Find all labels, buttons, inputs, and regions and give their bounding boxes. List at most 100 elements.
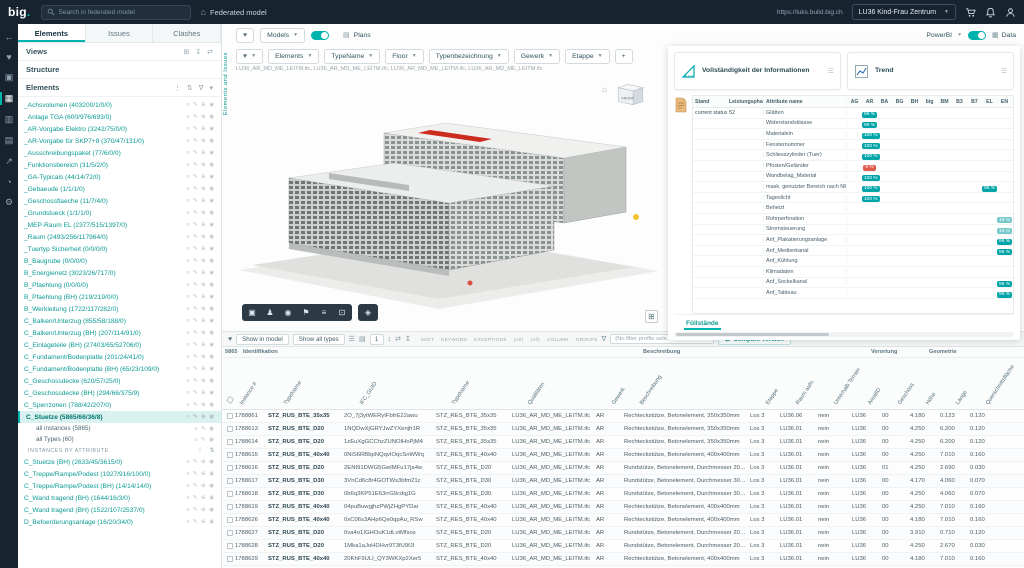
row-action-icons[interactable]: ≡ ✎ ⊕ ◉ [186, 471, 215, 477]
element-type-item[interactable]: C_Geschossdecke (620/57/25/0)≡ ✎ ⊕ ◉ [18, 375, 221, 387]
column-header[interactable]: ArealID [868, 358, 898, 409]
row-action-icons[interactable]: ≡ ✎ ⊕ ◉ [186, 222, 215, 228]
attribute-row[interactable]: Tageslicht100 % [693, 193, 1013, 204]
filter-etappe-dropdown[interactable]: Etappe▼ [565, 49, 610, 64]
tab-fuellstaende[interactable]: Füllstände [684, 320, 721, 330]
grid-icon[interactable]: ⊞ [183, 48, 189, 56]
element-type-item[interactable]: _Raum (2493/256/117964/0)≡ ✎ ⊕ ◉ [18, 231, 221, 243]
table-row[interactable]: 1788614STZ_RUS_BTE_D201zEuXgGCChzZUNOlHo… [222, 436, 1024, 449]
element-type-item[interactable]: _MEP-Raum EL (2377/515/1397/0)≡ ✎ ⊕ ◉ [18, 219, 221, 231]
row-action-icons[interactable]: ≡ ✎ ⊕ ◉ [186, 294, 215, 300]
menu-icon[interactable]: ☰ [349, 335, 355, 343]
trend-card[interactable]: Trend ☰ [847, 52, 1014, 90]
element-type-item[interactable]: C_Fundament/Bodenplatte (201/24/41/0)≡ ✎… [18, 351, 221, 363]
row-action-icons[interactable]: ≡ ✎ ⊕ ◉ [186, 162, 215, 168]
element-type-item[interactable]: _Achsvolumen (403200/1/0/0)≡ ✎ ⊕ ◉ [18, 99, 221, 111]
export-icon[interactable]: ↧ [405, 335, 411, 343]
row-action-icons[interactable]: ≡ ✎ ⊕ ◉ [186, 354, 215, 360]
element-type-item[interactable]: _Funktionsbereich (31/5/2/0)≡ ✎ ⊕ ◉ [18, 159, 221, 171]
panel-scrollbar[interactable] [674, 332, 1014, 337]
filter-typenbezeichnung-dropdown[interactable]: Typenbezeichnung▼ [429, 49, 509, 64]
table-row[interactable]: 1788617STZ_RUS_BTE_D303VnCd6c8r4GOTWs3bf… [222, 475, 1024, 488]
show-all-types-button[interactable]: Show all types [293, 334, 345, 345]
table-row[interactable]: 1788626STZ_RUS_BTE_40x400xC06s3AHp6Qe0qp… [222, 514, 1024, 527]
element-type-item[interactable]: _GA-Typicals (44/14/72/0)≡ ✎ ⊕ ◉ [18, 171, 221, 183]
selected-type-child[interactable]: all Types (60)≡ ✎ ◉ [18, 434, 221, 445]
element-type-item[interactable]: _AR-Vorgabe für SKP7+8 (370/47/131/0)≡ ✎… [18, 135, 221, 147]
app-logo[interactable]: big. [8, 5, 31, 19]
row-action-icons[interactable]: ≡ ✎ ⊕ ◉ [186, 483, 215, 489]
row-height-input[interactable]: 1 [370, 334, 384, 345]
building-model[interactable] [234, 75, 664, 321]
attribute-row[interactable]: Widerstandsklasse96 % [693, 119, 1013, 130]
plans-switch[interactable]: ▤Plans [343, 31, 371, 39]
row-action-icons[interactable]: ≡ ✎ ⊕ ◉ [186, 198, 215, 204]
column-header[interactable]: Gewerk [612, 358, 640, 409]
row-action-icons[interactable]: ≡ ✎ ⊕ ◉ [186, 318, 215, 324]
elements-section-header[interactable]: Elements ⋮⇅∇▾ [18, 79, 221, 97]
user-avatar-icon[interactable] [1005, 7, 1016, 18]
row-action-icons[interactable]: ≡ ✎ ⊕ ◉ [186, 174, 215, 180]
attribute-row[interactable]: Fensternummer100 % [693, 140, 1013, 151]
home-view-icon[interactable]: ⌂ [602, 85, 607, 94]
show-in-model-button[interactable]: Show in model [236, 334, 289, 345]
element-type-item[interactable]: C_Balken/Unterzug (BH) (207/114/91/0)≡ ✎… [18, 327, 221, 339]
table-row[interactable]: 1788613STZ_RUS_BTE_D201NQDwXjGRYJwZYXenj… [222, 423, 1024, 436]
elements-icon[interactable]: ▦ [0, 93, 18, 104]
element-type-item[interactable]: C_Treppe/Rampe/Podest (1927/916/100/0)≡ … [18, 468, 221, 480]
attribute-row[interactable]: Anf_Kühlung [693, 256, 1013, 267]
element-type-item[interactable]: B_Pfaehlung (BH) (219/219/0/0)≡ ✎ ⊕ ◉ [18, 291, 221, 303]
report-doc-icon[interactable] [674, 95, 692, 314]
element-type-item[interactable]: C_Stuetze (BH) (2633/45/3615/0)≡ ✎ ⊕ ◉ [18, 456, 221, 468]
filter-mode-label[interactable]: COLUMN [547, 337, 569, 342]
row-action-icons[interactable]: ≡ ✎ ⊕ ◉ [186, 414, 215, 420]
table-row[interactable]: 1788629STZ_RUS_BTE_40x4020KhF9ULI_QY3WKX… [222, 553, 1024, 566]
scrollbar-thumb[interactable] [676, 333, 829, 336]
element-type-item[interactable]: C_Wand tragend (BH) (1522/107/2537/0)≡ ✎… [18, 504, 221, 516]
filter-mode-label[interactable]: EXCEPTIONS [474, 337, 507, 342]
attribute-row[interactable]: Beheizt [693, 203, 1013, 214]
layers-icon[interactable]: ≡ [316, 306, 332, 319]
completeness-card[interactable]: Vollständigkeit der Informationen ☰ [674, 52, 841, 90]
add-filter-button[interactable]: + [615, 49, 633, 64]
visibility-icon[interactable]: ◉ [280, 306, 296, 319]
funnel-icon[interactable]: ∇ [602, 335, 607, 343]
favorites-pill[interactable]: ♥ [236, 28, 254, 43]
attribute-row[interactable]: mask. genutzter Bereich nach NPK100 %96 … [693, 182, 1013, 193]
filter-typename-dropdown[interactable]: TypeName▼ [324, 49, 380, 64]
attribute-row[interactable]: Materialein100 % [693, 129, 1013, 140]
row-action-icons[interactable]: ≡ ✎ ⊕ ◉ [186, 246, 215, 252]
row-action-icons[interactable]: ≡ ✎ ⊕ ◉ [186, 495, 215, 501]
tag-icon[interactable]: ⚑ [298, 306, 314, 319]
row-action-icons[interactable]: ≡ ✎ ⊕ ◉ [186, 150, 215, 156]
walk-mode-icon[interactable]: ♟ [262, 306, 278, 319]
filter-mode-label[interactable]: (All) [514, 337, 524, 342]
project-select[interactable]: LU36 Kind-Frau Zentrum ▼ [852, 4, 956, 20]
more-icon[interactable]: ⋮ [174, 84, 181, 92]
element-type-item[interactable]: _AR-Vorgabe Elektro (3242/75/0/0)≡ ✎ ⊕ ◉ [18, 123, 221, 135]
selected-type-child[interactable]: all instances (5865)≡ ✎ ◉ [18, 423, 221, 434]
column-header[interactable]: Etappe [766, 358, 796, 409]
row-action-icons[interactable]: ≡ ✎ ⊕ ◉ [186, 126, 215, 132]
more-icon[interactable]: ⋮ [197, 447, 204, 454]
structure-section[interactable]: Structure [18, 61, 221, 79]
element-type-item[interactable]: B_Werkleitung (1722/117/282/0)≡ ✎ ⊕ ◉ [18, 303, 221, 315]
element-type-item[interactable]: C_Geschossdecke (BH) (294/66/375/9)≡ ✎ ⊕… [18, 387, 221, 399]
element-type-item[interactable]: B_Baugrube (0/0/0/0)≡ ✎ ⊕ ◉ [18, 255, 221, 267]
row-action-icons[interactable]: ≡ ✎ ⊕ ◉ [186, 519, 215, 525]
element-type-item[interactable]: _Tuertyp Sicherheit (0/0/0/0)≡ ✎ ⊕ ◉ [18, 243, 221, 255]
element-type-item[interactable]: B_Pfaehlung (0/0/0/0)≡ ✎ ⊕ ◉ [18, 279, 221, 291]
element-type-item[interactable]: D_Befoerderungsanlage (16/20/34/0)≡ ✎ ⊕ … [18, 516, 221, 528]
filter-mode-label[interactable]: KEYWORD [441, 337, 467, 342]
favorites-pill[interactable]: ♥▼ [236, 49, 263, 64]
table-row[interactable]: 1788615STZ_RUS_BTE_40x400NiS6RBbpNQqvIOq… [222, 449, 1024, 462]
filter-elements-dropdown[interactable]: Elements▼ [268, 49, 319, 64]
row-action-icons[interactable]: ≡ ✎ ◉ [194, 426, 215, 432]
heart-icon[interactable]: ♥ [228, 336, 232, 343]
share-icon[interactable]: ↗ [0, 156, 18, 167]
element-type-item[interactable]: C_Einlageteile (BH) (27403/65/52706/0)≡ … [18, 339, 221, 351]
navigation-cube[interactable]: FRONT [614, 77, 646, 109]
table-row[interactable]: 1788619STZ_RUS_BTE_40x4004puBuwgjhzPWjZH… [222, 501, 1024, 514]
element-type-item[interactable]: C_Wand tragend (BH) (1644/16/3/0)≡ ✎ ⊕ ◉ [18, 492, 221, 504]
column-header[interactable]: TypeName [452, 358, 528, 409]
